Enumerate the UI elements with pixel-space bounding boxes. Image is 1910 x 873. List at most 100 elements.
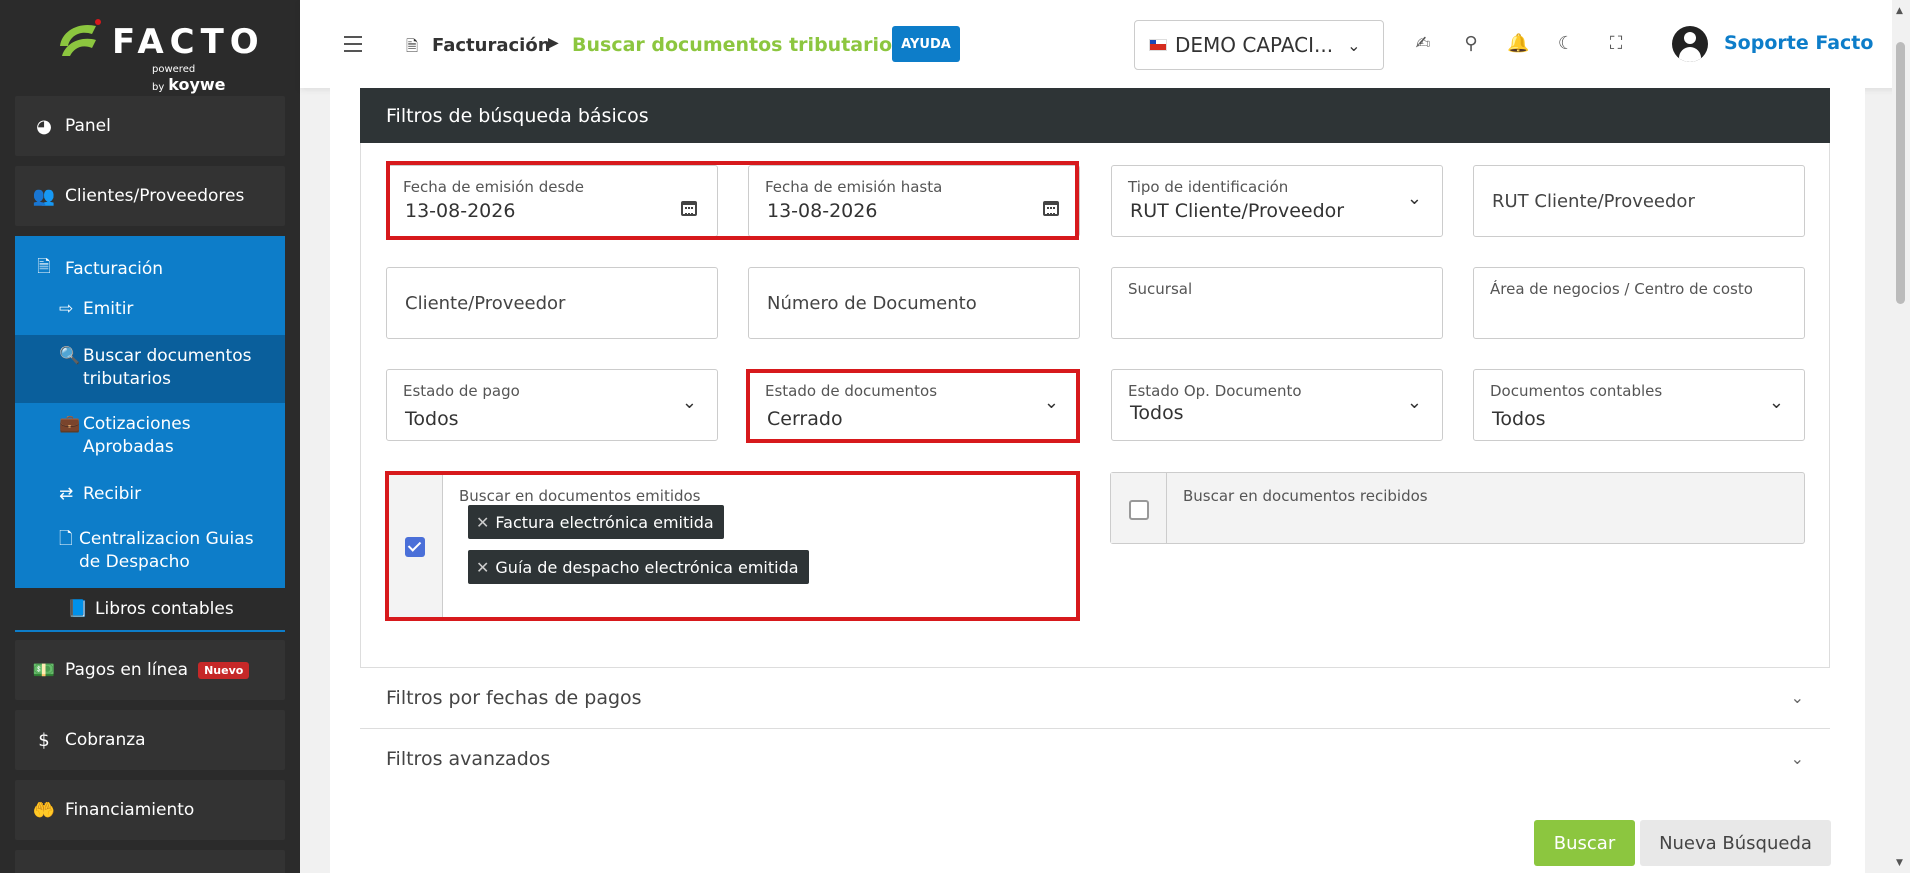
sidebar-item-label: Clientes/Proveedores (65, 186, 245, 206)
estado-op-documento-select[interactable]: Estado Op. Documento Todos ⌄ (1111, 369, 1443, 441)
sidebar-subitem-buscar[interactable]: 🔍 Buscar documentos tributarios (15, 335, 285, 403)
logo-swoosh-icon (60, 19, 101, 56)
sidebar-item-label: Pagos en línea (65, 660, 189, 680)
company-selector[interactable]: DEMO CAPACI... ⌄ (1134, 20, 1384, 70)
field-value: Todos (405, 408, 459, 430)
search-icon[interactable]: ⚲ (1460, 33, 1482, 54)
field-label: Área de negocios / Centro de costo (1490, 280, 1753, 298)
chevron-down-icon: ⌄ (1790, 688, 1804, 707)
field-placeholder: Número de Documento (767, 293, 977, 314)
help-button[interactable]: AYUDA (892, 26, 960, 62)
field-label: Documentos contables (1490, 382, 1663, 400)
sidebar-item-facturacion[interactable]: 🗎 Facturación (15, 254, 163, 283)
chevron-down-icon: ⌄ (1406, 188, 1422, 209)
document-icon: 🗎 (37, 257, 51, 277)
recibidos-label: Buscar en documentos recibidos (1183, 487, 1428, 505)
sidebar-item-clientes[interactable]: 👥 Clientes/Proveedores (15, 166, 285, 226)
recibidos-checkbox[interactable] (1129, 500, 1149, 520)
book-icon: 📘 (67, 599, 89, 619)
new-badge: Nuevo (198, 661, 250, 679)
sidebar-item-panel[interactable]: ◕ Panel (15, 96, 285, 156)
search-button[interactable]: Buscar (1534, 820, 1635, 866)
recibidos-block: Buscar en documentos recibidos (1110, 472, 1805, 544)
company-name: DEMO CAPACI... (1175, 33, 1334, 57)
breadcrumb-separator-icon: ▶ (548, 35, 559, 51)
sucursal-select[interactable]: Sucursal (1111, 267, 1443, 339)
accordion-label: Filtros avanzados (386, 748, 551, 770)
accordion-fechas-pagos[interactable]: Filtros por fechas de pagos ⌄ (360, 667, 1830, 728)
sidebar-group-facturacion: 🗎 Facturación ⇨ Emitir 🔍 Buscar document… (15, 236, 285, 632)
chevron-down-icon: ⌄ (1347, 35, 1361, 55)
new-search-button[interactable]: Nueva Búsqueda (1640, 820, 1831, 866)
field-label: Estado Op. Documento (1128, 382, 1302, 400)
tipo-identificacion-select[interactable]: Tipo de identificación RUT Cliente/Prove… (1111, 165, 1443, 237)
sidebar-item-label: Cobranza (65, 730, 146, 750)
breadcrumb-document-icon: 🗎 (406, 37, 419, 55)
search-icon: 🔍 (59, 346, 81, 366)
sidebar-item-label: Libros contables (95, 599, 234, 619)
fullscreen-icon[interactable]: ⛶ (1605, 33, 1627, 54)
scroll-thumb[interactable] (1896, 42, 1905, 304)
highlight-emitidos (385, 471, 1080, 621)
sidebar-subitem-emitir[interactable]: ⇨ Emitir (15, 298, 285, 322)
highlight-dates (386, 161, 1079, 240)
moon-icon[interactable]: ☾ (1555, 33, 1577, 54)
top-bar: 🗎 Facturación ▶ Buscar documentos tribut… (300, 0, 1910, 88)
rut-input[interactable]: RUT Cliente/Proveedor (1473, 165, 1805, 237)
cliente-input[interactable]: Cliente/Proveedor (386, 267, 718, 339)
field-value: Todos (1492, 408, 1546, 430)
area-negocios-select[interactable]: Área de negocios / Centro de costo (1473, 267, 1805, 339)
sidebar-item-label: Financiamiento (65, 800, 195, 820)
sidebar-subitem-centralizacion[interactable]: 🗋 Centralizacion Guias de Despacho (15, 528, 285, 576)
subitem-label: Recibir (83, 484, 142, 504)
sidebar-item-label: Facturación (65, 258, 164, 279)
briefcase-icon: 💼 (59, 414, 81, 434)
money-icon: 💵 (32, 659, 56, 681)
hand-money-icon: 🤲 (32, 799, 56, 821)
menu-toggle-icon[interactable] (344, 36, 362, 52)
accordion-filtros-avanzados[interactable]: Filtros avanzados ⌄ (360, 728, 1830, 789)
avatar[interactable] (1672, 26, 1708, 62)
sidebar-item-more[interactable] (15, 850, 285, 873)
breadcrumb-current: Buscar documentos tributarios (572, 34, 904, 56)
field-placeholder: Cliente/Proveedor (405, 293, 566, 314)
breadcrumb-facturacion[interactable]: Facturación (432, 35, 551, 56)
bell-icon[interactable]: 🔔 (1507, 33, 1529, 54)
sign-out-icon: ⇨ (59, 299, 74, 319)
documentos-contables-select[interactable]: Documentos contables Todos ⌄ (1473, 369, 1805, 441)
scroll-up-icon[interactable]: ▲ (1896, 6, 1903, 16)
field-label: Estado de pago (403, 382, 520, 400)
field-placeholder: RUT Cliente/Proveedor (1492, 191, 1695, 212)
numero-documento-input[interactable]: Número de Documento (748, 267, 1080, 339)
sidebar-subitem-recibir[interactable]: ⇄ Recibir (15, 483, 285, 507)
sidebar: FACTO powered by koywe ◕ Panel 👥 Clientes… (0, 0, 300, 873)
sidebar-item-pagos[interactable]: 💵 Pagos en línea Nuevo (15, 640, 285, 700)
section-title-text: Filtros de búsqueda básicos (386, 104, 649, 127)
signature-icon[interactable]: ✍ (1412, 33, 1434, 54)
page-scrollbar[interactable]: ▲ ▼ (1892, 0, 1910, 873)
field-label: Tipo de identificación (1128, 178, 1289, 196)
chevron-down-icon: ⌄ (1768, 392, 1784, 413)
field-value: RUT Cliente/Proveedor (1130, 200, 1345, 222)
shuffle-icon: ⇄ (59, 484, 74, 504)
subitem-label: Centralizacion Guias de Despacho (79, 529, 254, 572)
sidebar-item-cobranza[interactable]: $ Cobranza (15, 710, 285, 770)
logo-powered: powered by koywe (152, 64, 252, 94)
sidebar-item-financiamiento[interactable]: 🤲 Financiamiento (15, 780, 285, 840)
estado-pago-select[interactable]: Estado de pago Todos ⌄ (386, 369, 718, 441)
sidebar-subitem-cotizaciones[interactable]: 💼 Cotizaciones Aprobadas (15, 413, 285, 461)
user-name[interactable]: Soporte Facto (1724, 32, 1873, 54)
filters-section-title[interactable]: Filtros de búsqueda básicos (360, 88, 1830, 143)
subitem-label: Buscar documentos tributarios (83, 346, 252, 389)
highlight-estado-documentos (746, 369, 1080, 443)
chile-flag-icon (1149, 39, 1167, 51)
chevron-down-icon: ⌄ (681, 392, 697, 413)
sidebar-item-libros[interactable]: 📘 Libros contables (15, 588, 285, 630)
file-icon: 🗋 (59, 529, 73, 549)
facto-logo[interactable]: FACTO powered by koywe (52, 14, 259, 94)
scroll-down-icon[interactable]: ▼ (1896, 858, 1903, 868)
field-value: Todos (1130, 402, 1184, 424)
logo-wordmark: FACTO (112, 22, 265, 62)
dollar-icon: $ (38, 729, 50, 751)
partner-name: koywe (168, 75, 226, 94)
